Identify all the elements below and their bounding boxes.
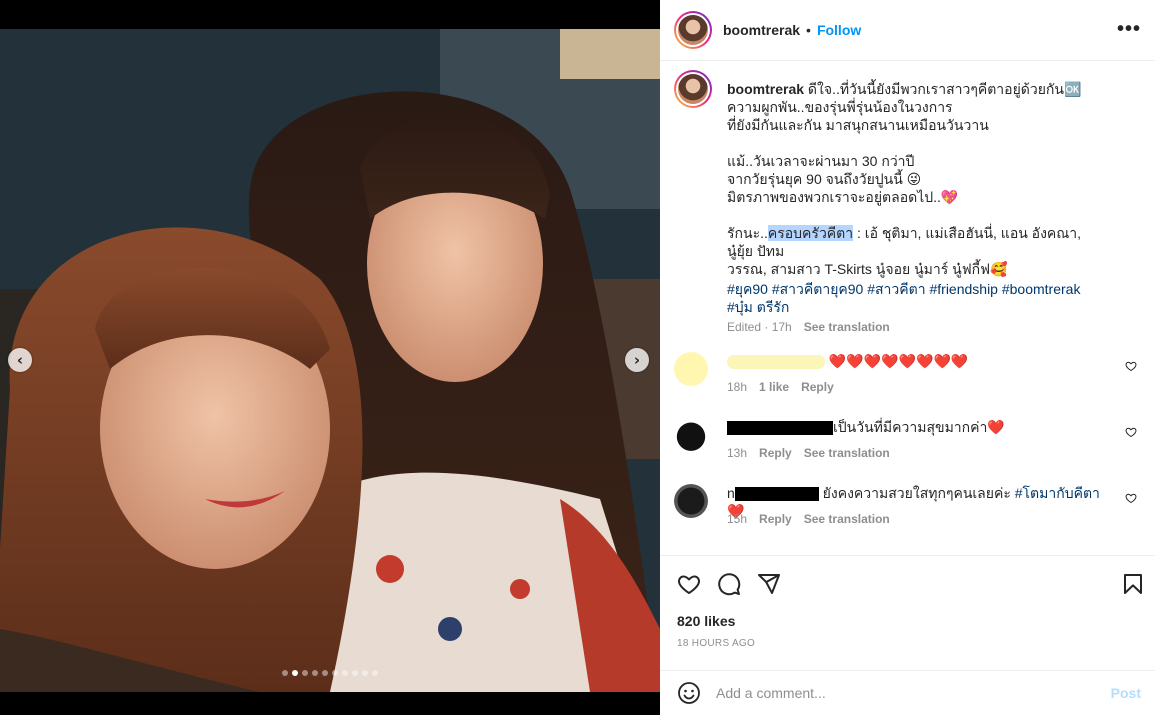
carousel-dot bbox=[362, 670, 368, 676]
comment-meta: 18h 1 like Reply bbox=[727, 380, 834, 394]
share-send-icon[interactable] bbox=[757, 572, 781, 596]
comment-text: เป็นวันที่มีความสุขมากค่า❤️ bbox=[727, 418, 1117, 436]
emoji-icon[interactable] bbox=[677, 681, 701, 705]
chevron-left-icon: ‹ bbox=[16, 350, 24, 369]
instagram-post-modal: ‹ › boomtrerak • Follow ••• boomtrerak ด… bbox=[0, 0, 1155, 715]
caption-username[interactable]: boomtrerak bbox=[727, 81, 804, 97]
like-heart-icon[interactable] bbox=[677, 572, 701, 596]
edited-label: Edited · 17h bbox=[727, 320, 792, 334]
comment-body: ยังคงความสวยใสทุกๆคนเลยค่ะ bbox=[818, 485, 1015, 501]
post-actions: 820 likes 18 HOURS AGO bbox=[660, 555, 1155, 661]
more-options-icon[interactable]: ••• bbox=[1117, 19, 1141, 39]
comment-body: ❤️❤️❤️❤️❤️❤️❤️❤️ bbox=[828, 353, 969, 369]
post-comment-button[interactable]: Post bbox=[1111, 685, 1141, 701]
carousel-dot bbox=[332, 670, 338, 676]
caption-line: มิตรภาพของพวกเราจะอยู่ตลอดไป..💖 bbox=[727, 189, 959, 205]
caption-line: ดีใจ..ที่วันนี้ยังมีพวกเราสาวๆคีตาอยู่ด้… bbox=[807, 81, 1082, 97]
comment-text: ❤️❤️❤️❤️❤️❤️❤️❤️ bbox=[727, 352, 1117, 370]
like-comment-heart-icon[interactable] bbox=[1125, 492, 1137, 504]
caption-hashtags[interactable]: #ยุค90 #สาวคีตายุค90 #สาวคีตา #friendshi… bbox=[727, 280, 1087, 316]
carousel-dot bbox=[292, 670, 298, 676]
comment-meta: 13h Reply See translation bbox=[727, 446, 890, 460]
highlighted-text: ครอบครัวคีตา bbox=[767, 225, 854, 241]
follow-button[interactable]: Follow bbox=[817, 22, 861, 38]
author-avatar[interactable] bbox=[674, 11, 712, 49]
add-comment-bar: Post bbox=[660, 670, 1155, 715]
chevron-right-icon: › bbox=[633, 350, 641, 369]
caption-author-avatar[interactable] bbox=[674, 70, 712, 108]
reply-button[interactable]: Reply bbox=[759, 512, 792, 526]
caption-line: รักนะ.. bbox=[727, 225, 768, 241]
commenter-username-redacted[interactable] bbox=[727, 355, 825, 370]
caption-text: boomtrerak ดีใจ..ที่วันนี้ยังมีพวกเราสาว… bbox=[727, 80, 1087, 278]
carousel-dot bbox=[352, 670, 358, 676]
post-timestamp[interactable]: 18 HOURS AGO bbox=[677, 638, 755, 649]
comment-time: 18h bbox=[727, 380, 748, 394]
commenter-avatar[interactable] bbox=[674, 484, 708, 518]
see-translation-button[interactable]: See translation bbox=[804, 446, 890, 460]
caption-line: ที่ยังมีกันและกัน มาสนุกสนานเหมือนวันวาน bbox=[727, 117, 989, 133]
commenter-avatar[interactable] bbox=[674, 352, 708, 386]
caption-line: จากวัยรุ่นยุค 90 จนถึงวัยปูนนี้ 😜 bbox=[727, 171, 922, 187]
carousel-dot bbox=[282, 670, 288, 676]
caption-line: ความผูกพัน..ของรุ่นพี่รุ่นน้องในวงการ bbox=[727, 99, 953, 115]
commenter-username[interactable]: n bbox=[727, 485, 735, 501]
comment-meta: 15h Reply See translation bbox=[727, 512, 890, 526]
carousel-dot bbox=[322, 670, 328, 676]
caption-meta: Edited · 17h See translation bbox=[727, 320, 890, 334]
comment-bubble-icon[interactable] bbox=[717, 572, 741, 596]
header-separator: • bbox=[806, 22, 811, 38]
commenter-username-redacted[interactable] bbox=[734, 487, 819, 502]
reply-button[interactable]: Reply bbox=[801, 380, 834, 394]
carousel-next-button[interactable]: › bbox=[625, 348, 649, 372]
see-translation-button[interactable]: See translation bbox=[804, 320, 890, 334]
post-photo bbox=[0, 29, 660, 692]
author-username[interactable]: boomtrerak bbox=[723, 22, 800, 38]
post-side-panel: boomtrerak • Follow ••• boomtrerak ดีใจ.… bbox=[660, 0, 1155, 715]
like-comment-heart-icon[interactable] bbox=[1125, 426, 1137, 438]
commenter-username-redacted[interactable] bbox=[727, 421, 833, 436]
photo-illustration bbox=[0, 29, 660, 692]
reply-button[interactable]: Reply bbox=[759, 446, 792, 460]
comment-likes[interactable]: 1 like bbox=[759, 380, 789, 394]
caption-line: แม้..วันเวลาจะผ่านมา 30 กว่าปี bbox=[727, 153, 915, 169]
carousel-indicator bbox=[282, 670, 378, 676]
post-media: ‹ › bbox=[0, 0, 660, 715]
comments-section[interactable]: boomtrerak ดีใจ..ที่วันนี้ยังมีพวกเราสาว… bbox=[660, 62, 1155, 554]
post-header: boomtrerak • Follow ••• bbox=[660, 0, 1155, 61]
comment-time: 13h bbox=[727, 446, 748, 460]
comment-time: 15h bbox=[727, 512, 748, 526]
comment-hashtag[interactable]: #โตมากับคีตา bbox=[1015, 485, 1100, 501]
carousel-dot bbox=[372, 670, 378, 676]
carousel-dot bbox=[302, 670, 308, 676]
save-bookmark-icon[interactable] bbox=[1121, 572, 1145, 596]
caption-line: วรรณ, สามสาว T-Skirts นู๋จอย นู๋มาร์ นู๋… bbox=[727, 261, 1008, 277]
likes-count[interactable]: 820 likes bbox=[677, 613, 735, 629]
like-comment-heart-icon[interactable] bbox=[1125, 360, 1137, 372]
carousel-prev-button[interactable]: ‹ bbox=[8, 348, 32, 372]
carousel-dot bbox=[312, 670, 318, 676]
see-translation-button[interactable]: See translation bbox=[804, 512, 890, 526]
comment-body: เป็นวันที่มีความสุขมากค่า❤️ bbox=[833, 419, 1005, 435]
carousel-dot bbox=[342, 670, 348, 676]
comment-input[interactable] bbox=[716, 682, 1096, 704]
commenter-avatar[interactable] bbox=[674, 418, 708, 452]
